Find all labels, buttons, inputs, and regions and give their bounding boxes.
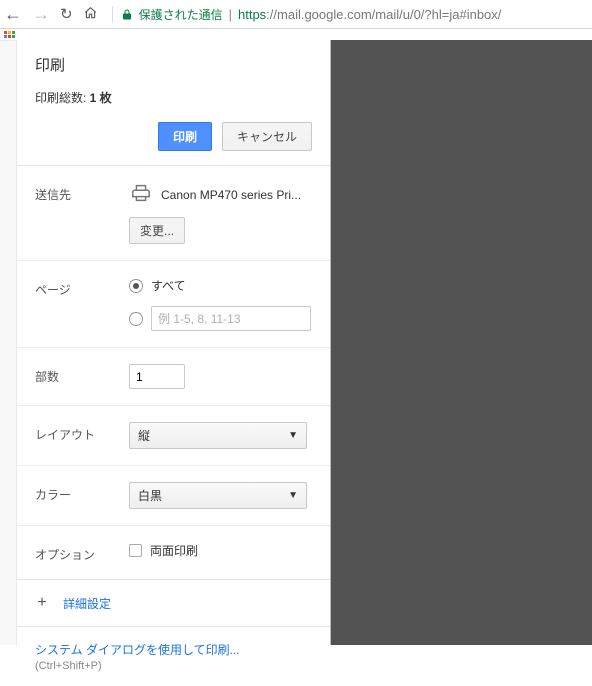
change-printer-button[interactable]: 変更... (129, 217, 185, 244)
color-select[interactable]: 白黒 ▼ (129, 482, 307, 509)
dialog-title: 印刷 (35, 54, 312, 75)
print-dialog: 印刷 印刷総数: 1 枚 印刷 キャンセル 送信先 Canon MP470 se… (17, 40, 331, 645)
copies-label: 部数 (35, 364, 129, 385)
address-bar[interactable]: 保護された通信 | https://mail.google.com/mail/u… (112, 6, 588, 23)
caret-down-icon: ▼ (288, 430, 298, 441)
lock-icon (121, 8, 133, 21)
home-icon[interactable] (83, 6, 98, 23)
printer-icon (129, 182, 153, 207)
print-button[interactable]: 印刷 (158, 122, 212, 151)
caret-down-icon: ▼ (288, 490, 298, 501)
browser-toolbar: ← → ↻ 保護された通信 | https://mail.google.com/… (0, 0, 592, 29)
apps-strip (0, 29, 592, 40)
back-icon[interactable]: ← (4, 4, 22, 25)
total-sheets: 印刷総数: 1 枚 (35, 89, 312, 106)
url-text: https://mail.google.com/mail/u/0/?hl=ja#… (238, 7, 501, 22)
pages-all-radio[interactable] (129, 279, 143, 293)
forward-icon: → (32, 4, 50, 25)
pages-all-label: すべて (151, 277, 186, 294)
pages-range-input[interactable] (151, 306, 311, 331)
system-dialog-link[interactable]: システム ダイアログを使用して印刷... (35, 641, 312, 658)
layout-label: レイアウト (35, 422, 129, 443)
print-preview-area (331, 40, 592, 645)
apps-icon[interactable] (4, 31, 19, 40)
color-value: 白黒 (138, 487, 162, 504)
options-label: オプション (35, 542, 129, 563)
system-dialog-shortcut: (Ctrl+Shift+P) (35, 660, 312, 672)
reload-icon[interactable]: ↻ (60, 5, 73, 23)
color-label: カラー (35, 482, 129, 503)
pages-label: ページ (35, 277, 129, 298)
layout-value: 縦 (138, 427, 150, 444)
copies-input[interactable] (129, 364, 185, 389)
more-settings-link[interactable]: 詳細設定 (63, 595, 111, 612)
layout-select[interactable]: 縦 ▼ (129, 422, 307, 449)
secure-label: 保護された通信 (139, 6, 223, 23)
printer-name: Canon MP470 series Pri... (161, 188, 301, 202)
duplex-checkbox[interactable] (129, 544, 142, 557)
pages-range-radio[interactable] (129, 312, 143, 326)
cancel-button[interactable]: キャンセル (222, 122, 312, 151)
duplex-label: 両面印刷 (150, 542, 198, 559)
plus-icon[interactable]: + (35, 594, 49, 612)
url-separator: | (229, 7, 232, 22)
left-gutter (0, 40, 17, 645)
destination-label: 送信先 (35, 182, 129, 203)
